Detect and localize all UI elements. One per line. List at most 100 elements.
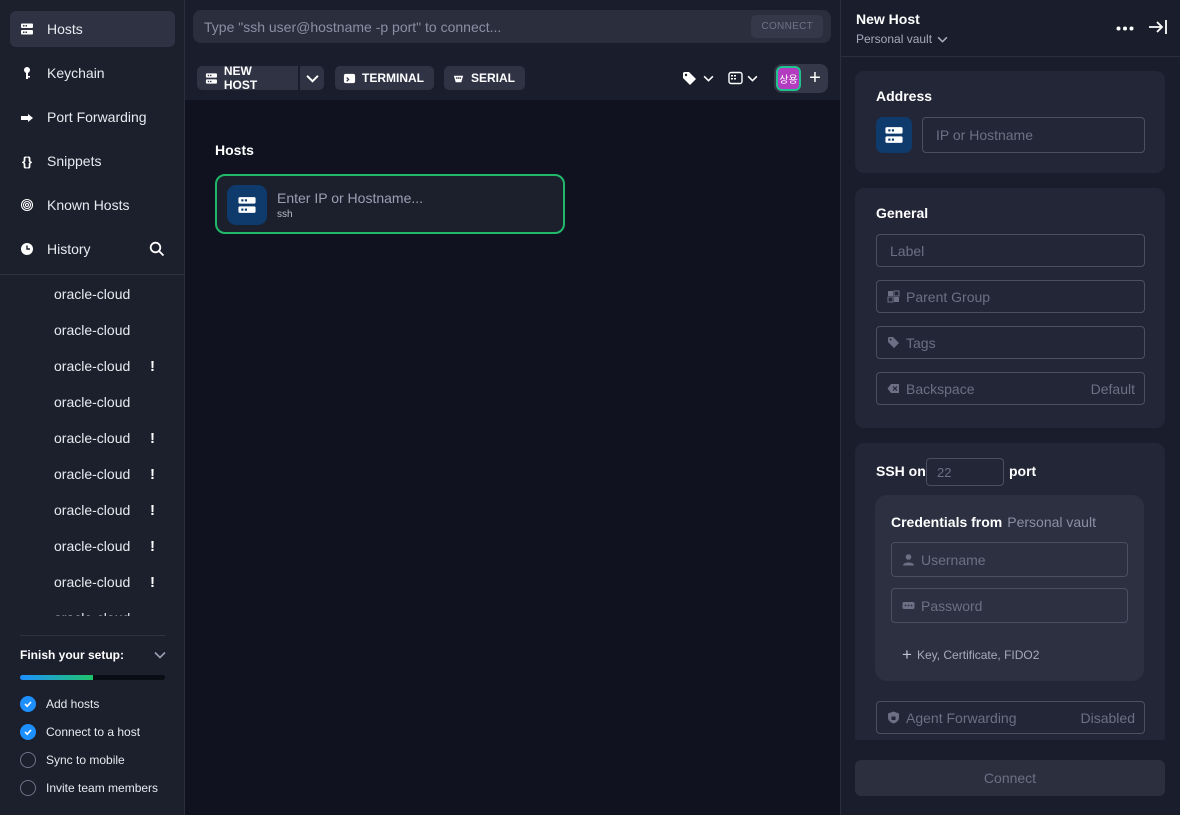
sidebar-item-keychain[interactable]: Keychain [10, 55, 175, 91]
sidebar-item-label: Keychain [47, 65, 105, 81]
username-input[interactable]: Username [891, 542, 1128, 577]
shield-icon [888, 711, 899, 724]
check-circle-icon [20, 696, 36, 712]
check-circle-icon [20, 724, 36, 740]
tags-placeholder: Tags [906, 334, 936, 351]
divider [20, 635, 165, 636]
history-item[interactable]: oracle-cloud! [54, 572, 169, 592]
history-item[interactable]: oracle-cloud [54, 320, 169, 340]
warning-icon: ! [150, 357, 155, 375]
sidebar-item-label: Port Forwarding [47, 109, 147, 125]
history-item[interactable]: oracle-cloud [54, 392, 169, 412]
quick-connect-input[interactable]: Type "ssh user@hostname -p port" to conn… [193, 10, 831, 43]
port-input[interactable]: 22 [926, 458, 1004, 486]
view-mode-button[interactable] [728, 68, 758, 88]
general-title: General [876, 205, 929, 221]
server-icon [20, 22, 34, 36]
search-icon[interactable] [149, 241, 165, 257]
history-item[interactable]: oracle-cloud [54, 284, 169, 304]
sidebar-item-hosts[interactable]: Hosts [10, 11, 175, 47]
setup-progress-bar [20, 675, 165, 680]
arrow-forward-icon [20, 110, 34, 124]
setup-task-connect[interactable]: Connect to a host [20, 723, 140, 741]
backspace-select[interactable]: Backspace Default [876, 372, 1145, 405]
password-input[interactable]: Password [891, 588, 1128, 623]
history-item[interactable]: oracle-cloud! [54, 500, 169, 520]
general-card: General Label Parent Group Tags Backspac… [855, 188, 1165, 428]
setup-header[interactable]: Finish your setup: [20, 648, 166, 662]
connect-button[interactable]: Connect [855, 760, 1165, 796]
section-title: Hosts [215, 142, 254, 158]
host-card[interactable]: Enter IP or Hostname... ssh [215, 174, 565, 234]
ssh-label: SSH on [876, 463, 926, 479]
sidebar-item-known-hosts[interactable]: Known Hosts [10, 187, 175, 223]
serial-label: SERIAL [471, 71, 516, 85]
panel-title: New Host [856, 11, 920, 27]
quick-connect-button[interactable]: CONNECT [751, 15, 823, 38]
host-card-title: Enter IP or Hostname... [277, 190, 424, 206]
sidebar-item-snippets[interactable]: {} Snippets [10, 143, 175, 179]
parent-group-input[interactable]: Parent Group [876, 280, 1145, 313]
backspace-icon [887, 384, 899, 393]
new-host-button[interactable]: NEW HOST [197, 64, 298, 92]
key-icon [20, 66, 34, 80]
vault-name: Personal vault [856, 32, 933, 46]
terminal-icon [343, 73, 356, 83]
chevron-down-icon[interactable] [154, 648, 166, 662]
top-toolbar: Type "ssh user@hostname -p port" to conn… [185, 0, 840, 100]
server-icon [876, 117, 912, 153]
serial-button[interactable]: SERIAL [444, 66, 526, 90]
port-label: port [1009, 463, 1037, 479]
task-label: Connect to a host [46, 725, 141, 739]
agent-forwarding-select[interactable]: Agent Forwarding Disabled [876, 701, 1145, 734]
empty-circle-icon [20, 780, 36, 796]
history-item[interactable]: oracle-cloud [54, 608, 169, 616]
terminal-label: TERMINAL [362, 71, 424, 85]
history-item[interactable]: oracle-cloud! [54, 428, 169, 448]
history-item[interactable]: oracle-cloud! [54, 356, 169, 376]
collapse-panel-icon[interactable] [1148, 19, 1168, 38]
user-icon [903, 554, 914, 566]
setup-task-sync-mobile[interactable]: Sync to mobile [20, 751, 125, 769]
tag-icon [683, 71, 696, 85]
address-title: Address [876, 88, 933, 104]
setup-task-invite-team[interactable]: Invite team members [20, 779, 158, 797]
setup-task-add-hosts[interactable]: Add hosts [20, 695, 99, 713]
password-icon [902, 602, 915, 609]
port-placeholder: 22 [937, 464, 952, 480]
credentials-label: Credentials from [891, 514, 1003, 530]
plus-icon[interactable]: + [805, 68, 825, 88]
warning-icon: ! [150, 465, 155, 483]
label-input[interactable]: Label [876, 234, 1145, 267]
backspace-label: Backspace [906, 380, 975, 397]
sidebar-item-label: History [47, 241, 91, 257]
task-label: Invite team members [46, 781, 159, 795]
sidebar-item-port-forwarding[interactable]: Port Forwarding [10, 99, 175, 135]
avatar[interactable]: 상용 [776, 66, 801, 91]
add-key-button[interactable]: + Key, Certificate, FIDO2 [902, 645, 1039, 665]
history-item[interactable]: oracle-cloud! [54, 536, 169, 556]
tag-icon [888, 337, 899, 348]
task-label: Sync to mobile [46, 753, 125, 767]
setup-title: Finish your setup: [20, 648, 125, 662]
more-options-icon[interactable] [1116, 18, 1134, 34]
history-item[interactable]: oracle-cloud! [54, 464, 169, 484]
terminal-button[interactable]: TERMINAL [335, 66, 434, 90]
tag-filter-button[interactable] [682, 68, 714, 88]
server-icon [205, 72, 217, 84]
account-switcher[interactable]: 상용 + [774, 64, 828, 93]
password-placeholder: Password [921, 597, 983, 614]
address-card: Address IP or Hostname [855, 71, 1165, 173]
vault-selector[interactable]: Personal vault [856, 32, 948, 46]
new-host-dropdown[interactable] [300, 66, 324, 90]
address-placeholder: IP or Hostname [936, 127, 1034, 143]
host-card-subtitle: ssh [277, 209, 293, 220]
credentials-vault-link[interactable]: Personal vault [1007, 514, 1096, 530]
label-placeholder: Label [890, 242, 925, 259]
task-label: Add hosts [46, 697, 100, 711]
tags-input[interactable]: Tags [876, 326, 1145, 359]
address-input[interactable]: IP or Hostname [922, 117, 1145, 153]
sidebar-item-history[interactable]: History [10, 231, 175, 267]
backspace-value: Default [1090, 380, 1135, 397]
agent-forwarding-value: Disabled [1080, 709, 1135, 726]
